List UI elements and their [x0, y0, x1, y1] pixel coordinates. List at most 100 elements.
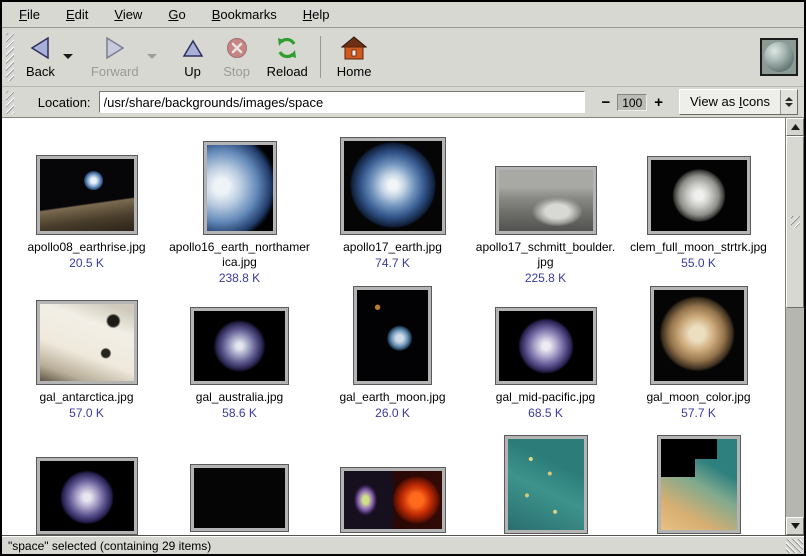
back-history-chevron-icon[interactable]	[63, 54, 73, 59]
thumbnail-gal-moon-color[interactable]	[651, 287, 747, 384]
file-item-apollo17-schmitt-boulder[interactable]: apollo17_schmitt_boulder.jpg 225.8 K	[469, 138, 622, 288]
forward-icon	[103, 34, 127, 62]
home-button[interactable]: Home	[329, 30, 380, 84]
stop-label: Stop	[223, 64, 250, 79]
thumbnail-teal-nebula-mosaic[interactable]	[658, 436, 740, 533]
file-size: 20.5 K	[69, 256, 104, 270]
file-name[interactable]: apollo08_earthrise.jpg	[27, 240, 145, 255]
thumbnail-apollo17-earth[interactable]	[341, 138, 445, 234]
menu-edit-label: Edit	[66, 7, 88, 22]
file-item-gal-mid-pacific[interactable]: gal_mid-pacific.jpg 68.5 K	[469, 288, 622, 436]
zoom-in-button[interactable]: +	[650, 94, 667, 111]
toolbar-separator	[320, 36, 321, 78]
up-icon	[182, 34, 204, 62]
file-size: 26.0 K	[375, 406, 410, 420]
thumbnail-apollo16-earth[interactable]	[204, 142, 276, 234]
menu-file-label: File	[19, 7, 40, 22]
scrollbar-grip-icon	[791, 216, 800, 228]
scroll-down-button[interactable]	[786, 517, 804, 535]
status-text: "space" selected (containing 29 items)	[8, 539, 211, 553]
thumbnail-clem-full-moon[interactable]	[648, 157, 750, 234]
forward-button[interactable]: Forward	[83, 30, 147, 81]
stop-icon	[226, 34, 248, 62]
file-size: 58.6 K	[222, 406, 257, 420]
reload-button[interactable]: Reload	[259, 30, 316, 84]
thumbnail-teal-nebula[interactable]	[505, 436, 587, 533]
file-item-gal-australia[interactable]: gal_australia.jpg 58.6 K	[163, 288, 316, 436]
menu-edit[interactable]: Edit	[53, 4, 101, 25]
back-button[interactable]: Back	[18, 30, 63, 81]
file-name[interactable]: gal_australia.jpg	[196, 390, 283, 405]
thumbnail-gal-earth-moon[interactable]	[354, 287, 431, 384]
location-bar-drag-handle[interactable]	[6, 91, 14, 114]
throbber-sphere-icon	[764, 42, 794, 72]
file-item-row3-teal-nebula-1[interactable]	[469, 436, 622, 535]
file-size: 238.8 K	[219, 271, 260, 285]
file-manager-window: File Edit View Go Bookmarks Help Back Fo…	[0, 0, 806, 556]
vertical-scrollbar[interactable]	[785, 118, 804, 535]
file-item-row3-teal-nebula-2[interactable]	[622, 436, 775, 535]
window-resize-grip[interactable]	[786, 539, 803, 553]
thumbnail-apollo17-schmitt-boulder[interactable]	[496, 167, 596, 234]
file-name[interactable]: apollo17_earth.jpg	[343, 240, 442, 255]
file-item-clem-full-moon[interactable]: clem_full_moon_strtrk.jpg 55.0 K	[622, 138, 775, 288]
file-item-row3-galaxy[interactable]	[163, 436, 316, 535]
view-as-label: View as Icons	[680, 90, 780, 114]
file-name[interactable]: clem_full_moon_strtrk.jpg	[630, 240, 767, 255]
forward-label: Forward	[91, 64, 139, 79]
file-item-apollo08-earthrise[interactable]: apollo08_earthrise.jpg 20.5 K	[10, 138, 163, 288]
forward-history-chevron-icon[interactable]	[147, 54, 157, 59]
toolbar-drag-handle[interactable]	[6, 33, 14, 81]
thumbnail-gal-mid-pacific[interactable]	[496, 308, 596, 384]
view-as-dropdown-arrows-icon[interactable]	[780, 90, 797, 114]
file-item-gal-antarctica[interactable]: gal_antarctica.jpg 57.0 K	[10, 288, 163, 436]
location-bar: Location: − 100 + View as Icons	[2, 87, 804, 118]
file-item-gal-moon-color[interactable]: gal_moon_color.jpg 57.7 K	[622, 288, 775, 436]
file-item-apollo17-earth[interactable]: apollo17_earth.jpg 74.7 K	[316, 138, 469, 288]
file-name[interactable]: gal_moon_color.jpg	[646, 390, 750, 405]
location-input[interactable]	[99, 91, 586, 113]
thumbnail-galaxy-pair[interactable]	[191, 465, 288, 531]
menu-file[interactable]: File	[6, 4, 53, 25]
menu-bookmarks[interactable]: Bookmarks	[199, 4, 290, 25]
icon-grid: apollo08_earthrise.jpg 20.5 K apollo16_e…	[2, 118, 785, 535]
zoom-level-indicator[interactable]: 100	[617, 94, 647, 111]
menu-help-label: Help	[303, 7, 330, 22]
view-as-dropdown[interactable]: View as Icons	[679, 89, 798, 115]
scroll-down-arrow-icon	[791, 523, 800, 529]
thumbnail-gal-antarctica[interactable]	[37, 301, 137, 384]
scroll-up-button[interactable]	[786, 118, 804, 136]
menu-view[interactable]: View	[101, 4, 155, 25]
file-name[interactable]: gal_antarctica.jpg	[39, 390, 133, 405]
menu-help[interactable]: Help	[290, 4, 343, 25]
up-label: Up	[184, 64, 201, 79]
thumbnail-gal-australia[interactable]	[191, 308, 288, 384]
up-button[interactable]: Up	[171, 30, 215, 84]
file-size: 57.0 K	[69, 406, 104, 420]
file-name[interactable]: apollo17_schmitt_boulder.jpg	[475, 240, 617, 270]
file-size: 74.7 K	[375, 256, 410, 270]
back-label: Back	[26, 64, 55, 79]
stop-button[interactable]: Stop	[215, 30, 259, 84]
icon-row-2: gal_antarctica.jpg 57.0 K gal_australia.…	[10, 288, 785, 436]
menu-go[interactable]: Go	[155, 4, 198, 25]
file-name[interactable]: gal_mid-pacific.jpg	[496, 390, 595, 405]
home-label: Home	[337, 64, 372, 79]
zoom-out-button[interactable]: −	[597, 94, 614, 111]
file-name[interactable]: apollo16_earth_northamerica.jpg	[169, 240, 311, 270]
thumbnail-apollo08-earthrise[interactable]	[37, 156, 137, 234]
file-size: 57.7 K	[681, 406, 716, 420]
thumbnail-nebula-green-red[interactable]	[341, 468, 445, 532]
thumbnail-earth-purple[interactable]	[37, 458, 137, 534]
file-name[interactable]: gal_earth_moon.jpg	[339, 390, 445, 405]
file-item-apollo16-earth-northamerica[interactable]: apollo16_earth_northamerica.jpg 238.8 K	[163, 138, 316, 288]
file-item-row3-nebula-pair[interactable]	[316, 436, 469, 535]
menu-bookmarks-label: Bookmarks	[212, 7, 277, 22]
reload-label: Reload	[267, 64, 308, 79]
file-item-row3-earth[interactable]	[10, 436, 163, 535]
file-item-gal-earth-moon[interactable]: gal_earth_moon.jpg 26.0 K	[316, 288, 469, 436]
throbber	[760, 38, 798, 76]
location-label: Location:	[38, 95, 91, 110]
reload-icon	[275, 34, 299, 62]
scrollbar-thumb[interactable]	[786, 136, 804, 308]
